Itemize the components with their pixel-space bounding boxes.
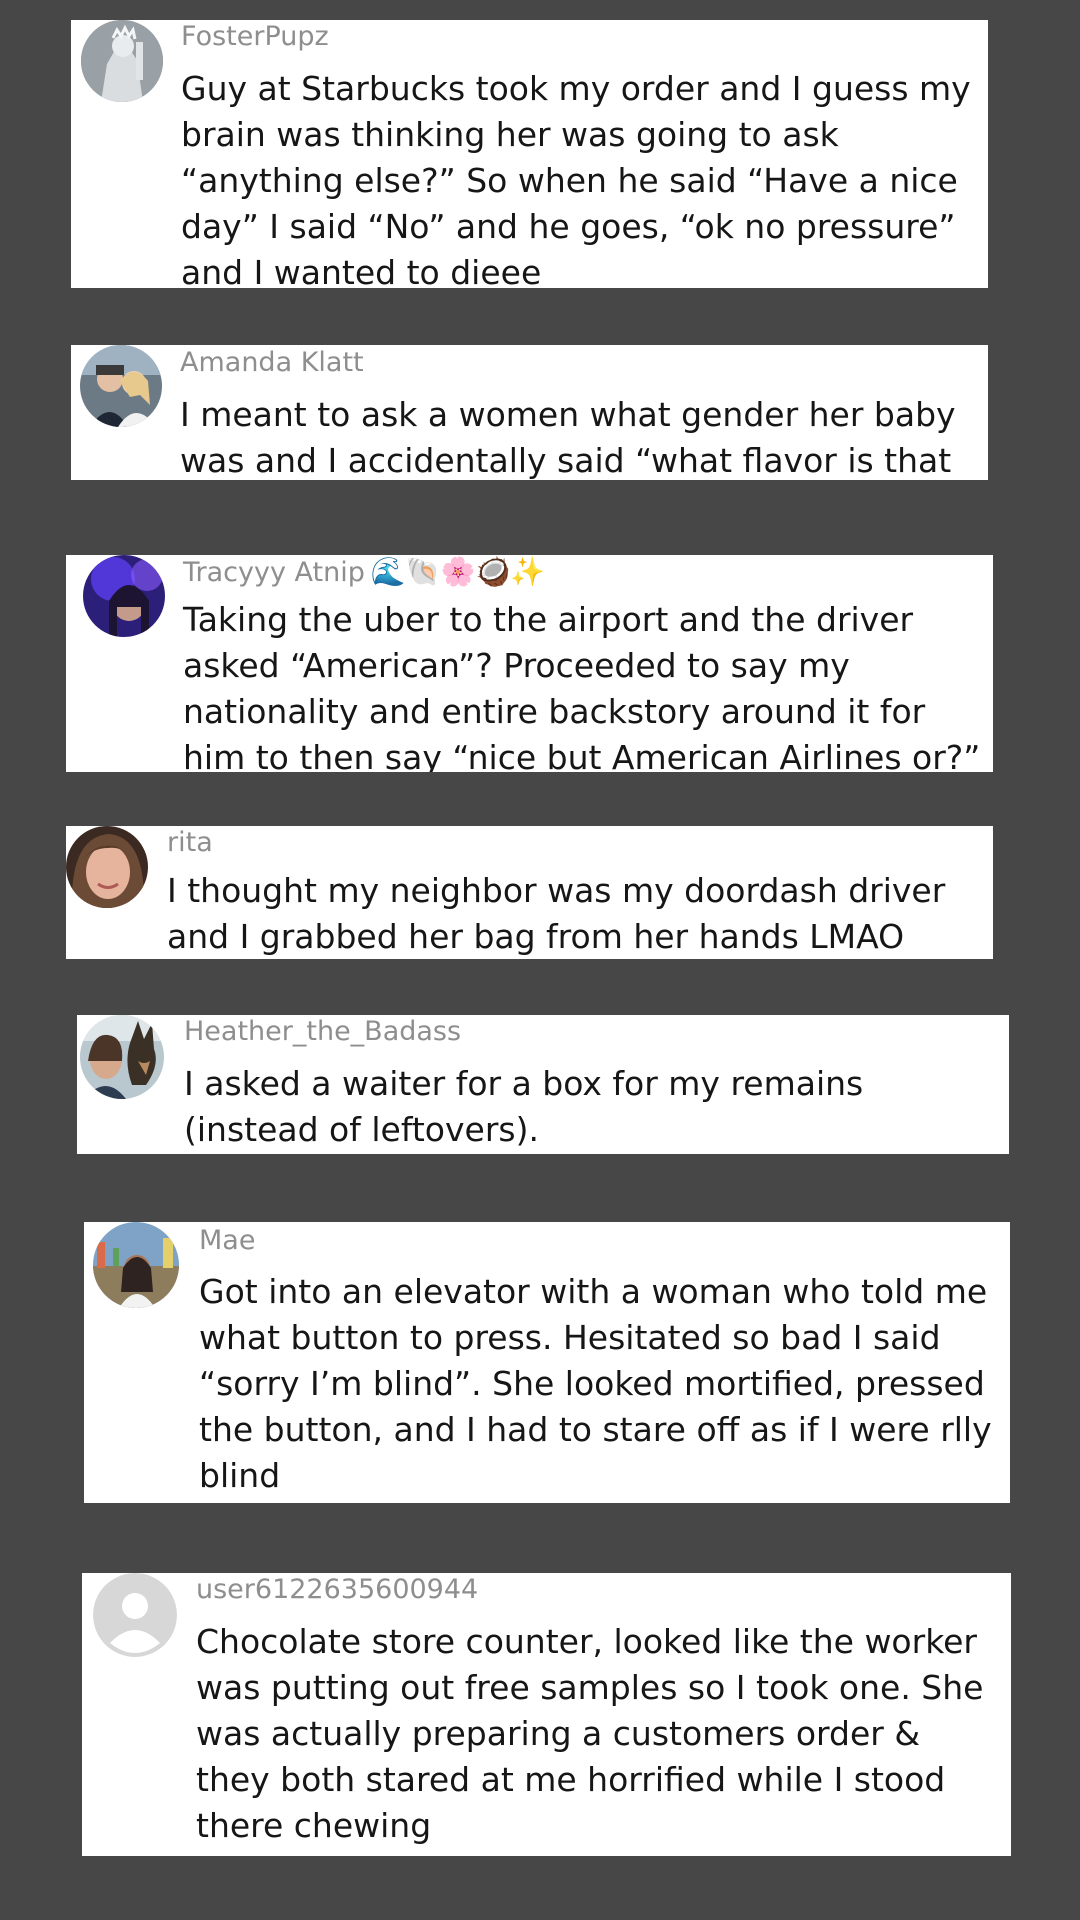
user-avatar[interactable] (66, 826, 148, 908)
comment-username[interactable]: Mae (199, 1224, 255, 1258)
user-avatar[interactable] (83, 555, 165, 637)
username-text[interactable]: Tracyyy Atnip (183, 557, 365, 588)
comment-card: Tracyyy Atnip 🌊🐚🌸🥥✨ Taking the uber to th… (66, 555, 993, 772)
comment-text-body: Taking the uber to the airport and the d… (183, 600, 981, 772)
username-emoji: 🌊🐚🌸🥥✨ (370, 555, 546, 588)
comment-card: rita I thought my neighbor was my doorda… (66, 826, 993, 959)
comment-card: user6122635600944 Chocolate store counte… (82, 1573, 1011, 1856)
comment-card: Mae Got into an elevator with a woman wh… (84, 1222, 1010, 1503)
comment-card: Heather_the_Badass I asked a waiter for … (77, 1015, 1009, 1154)
comment-text: Got into an elevator with a woman who to… (199, 1272, 992, 1495)
comment-text: I meant to ask a women what gender her b… (180, 395, 956, 480)
comment-username[interactable]: FosterPupz (181, 20, 329, 54)
comment-username[interactable]: Tracyyy Atnip 🌊🐚🌸🥥✨ (183, 555, 545, 590)
comment-text: Guy at Starbucks took my order and I gue… (181, 69, 971, 288)
comment-card: Amanda Klatt I meant to ask a women what… (71, 345, 988, 480)
comment-text: I asked a waiter for a box for my remain… (184, 1064, 864, 1149)
user-avatar[interactable] (80, 345, 162, 427)
comment-username[interactable]: user6122635600944 (196, 1573, 478, 1607)
user-avatar[interactable] (81, 20, 163, 102)
comment-username[interactable]: Heather_the_Badass (184, 1015, 461, 1049)
comment-text: Chocolate store counter, looked like the… (196, 1622, 984, 1845)
comment-text: I thought my neighbor was my doordash dr… (167, 871, 946, 956)
comment-card: FosterPupz Guy at Starbucks took my orde… (71, 20, 988, 288)
comment-text: Taking the uber to the airport and the d… (183, 597, 989, 772)
user-avatar[interactable] (93, 1222, 179, 1308)
comment-username[interactable]: rita (167, 826, 213, 860)
comment-username[interactable]: Amanda Klatt (180, 346, 364, 380)
user-avatar[interactable] (80, 1015, 164, 1099)
default-avatar-icon[interactable] (93, 1573, 177, 1657)
